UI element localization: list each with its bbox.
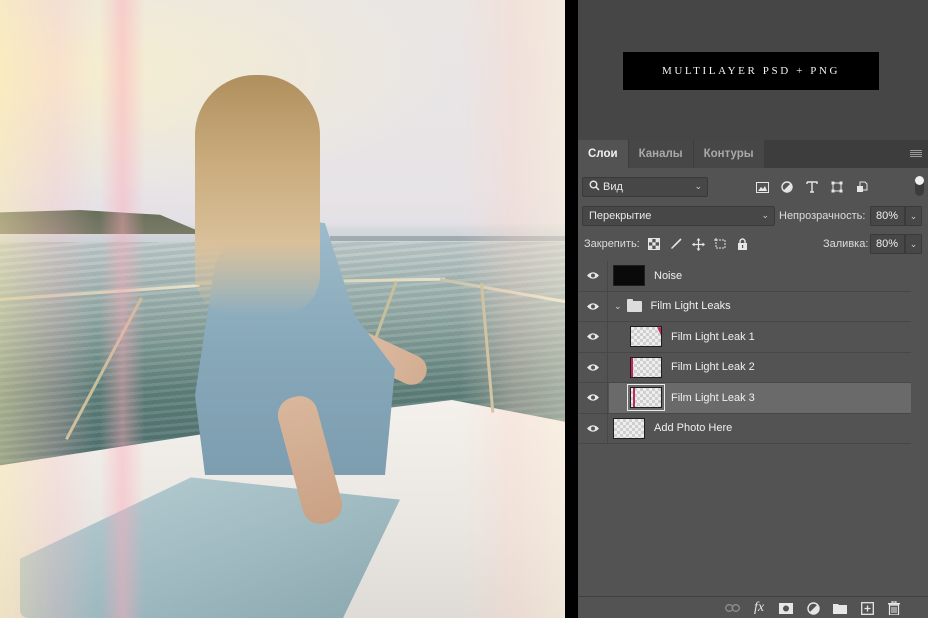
filter-kind-select[interactable]: Вид ⌄	[582, 177, 708, 197]
lock-artboard-icon[interactable]	[713, 237, 727, 251]
toggle-knob	[915, 176, 924, 185]
layer-name: Film Light Leak 1	[671, 330, 755, 343]
shape-filter-icon[interactable]	[829, 179, 845, 195]
light-leak-overlay	[0, 0, 95, 618]
link-layers-icon[interactable]	[724, 600, 740, 616]
light-leak-overlay	[460, 0, 565, 618]
visibility-toggle[interactable]	[578, 413, 608, 443]
chevron-down-icon: ⌄	[761, 210, 769, 220]
layers-list: Noise ⌄ Film Light Leaks Film Light Leak…	[578, 261, 911, 444]
panel-menu-icon[interactable]	[910, 150, 922, 158]
eye-icon	[586, 364, 599, 371]
chevron-down-icon: ⌄	[909, 210, 918, 221]
visibility-toggle[interactable]	[578, 291, 608, 321]
eye-icon	[586, 333, 599, 340]
visibility-toggle[interactable]	[578, 261, 608, 291]
search-icon	[589, 180, 600, 194]
new-group-icon[interactable]	[832, 600, 848, 616]
fill-input[interactable]: 80%	[870, 234, 905, 254]
layer-row-film-light-leak-2[interactable]: Film Light Leak 2	[578, 352, 911, 383]
woman-hair	[195, 75, 320, 315]
layer-content[interactable]: Film Light Leak 2	[609, 353, 911, 383]
layer-row-group-film-light-leaks[interactable]: ⌄ Film Light Leaks	[578, 291, 911, 322]
layer-name: Noise	[654, 269, 683, 282]
layer-thumbnail	[630, 356, 662, 378]
panel-tabs: Слои Каналы Контуры	[578, 140, 928, 168]
layer-row-film-light-leak-1[interactable]: Film Light Leak 1	[578, 322, 911, 353]
blend-mode-value: Перекрытие	[589, 210, 652, 222]
group-expand-chevron-icon[interactable]: ⌄	[614, 301, 622, 312]
layer-content[interactable]: Film Light Leak 1	[609, 322, 911, 352]
adjustment-filter-icon[interactable]	[779, 179, 795, 195]
visibility-toggle[interactable]	[578, 322, 608, 352]
chevron-down-icon: ⌄	[694, 181, 702, 191]
layer-name: Film Light Leaks	[650, 300, 731, 313]
delete-layer-icon[interactable]	[886, 600, 902, 616]
visibility-toggle[interactable]	[578, 383, 608, 413]
layers-panel-footer: fx	[578, 596, 928, 618]
eye-icon	[586, 394, 599, 401]
layer-row-noise[interactable]: Noise	[578, 261, 911, 292]
visibility-toggle[interactable]	[578, 352, 608, 382]
leak-mark	[633, 388, 635, 408]
blend-mode-select[interactable]: Перекрытие ⌄	[582, 206, 775, 226]
eye-icon	[586, 303, 599, 310]
layer-thumbnail	[627, 384, 665, 412]
filter-kind-label: Вид	[603, 181, 623, 193]
tab-layers[interactable]: Слои	[578, 140, 628, 168]
document-canvas[interactable]	[0, 0, 565, 618]
new-layer-icon[interactable]	[859, 600, 875, 616]
layer-content[interactable]: Film Light Leak 3	[609, 383, 911, 413]
layer-name: Add Photo Here	[654, 422, 733, 435]
layer-name: Film Light Leak 3	[671, 391, 755, 404]
layers-panel: Слои Каналы Контуры Вид ⌄ Перекрытие ⌄ Н…	[578, 140, 928, 618]
fill-dropdown-button[interactable]: ⌄	[905, 234, 922, 254]
eye-icon	[586, 425, 599, 432]
leak-mark	[631, 357, 633, 377]
chevron-down-icon: ⌄	[909, 238, 918, 249]
lock-row: Закрепить: Заливка: 80% ⌄	[578, 234, 928, 256]
lock-label: Закрепить:	[584, 238, 640, 250]
adjustment-layer-icon[interactable]	[805, 600, 821, 616]
blend-row: Перекрытие ⌄ Непрозрачность: 80% ⌄	[578, 206, 928, 228]
image-filter-icon[interactable]	[754, 179, 770, 195]
tab-paths[interactable]: Контуры	[693, 140, 764, 168]
opacity-label: Непрозрачность:	[779, 210, 866, 222]
canvas-divider	[565, 0, 578, 618]
layer-thumbnail	[613, 265, 645, 287]
opacity-input[interactable]: 80%	[870, 206, 905, 226]
add-mask-icon[interactable]	[778, 600, 794, 616]
smart-object-filter-icon[interactable]	[854, 179, 870, 195]
layer-content[interactable]: ⌄ Film Light Leaks	[609, 292, 911, 322]
folder-icon	[626, 298, 642, 312]
layer-name: Film Light Leak 2	[671, 361, 755, 374]
layer-thumbnail	[613, 417, 645, 439]
layer-thumbnail	[630, 326, 662, 348]
layer-content[interactable]: Noise	[609, 261, 911, 291]
opacity-dropdown-button[interactable]: ⌄	[905, 206, 922, 226]
layer-style-fx-icon[interactable]: fx	[751, 600, 767, 616]
lock-position-icon[interactable]	[691, 237, 705, 251]
filter-toggle[interactable]	[915, 176, 924, 196]
layer-content[interactable]: Add Photo Here	[609, 414, 911, 444]
lock-transparent-pixels-icon[interactable]	[647, 237, 661, 251]
lock-image-pixels-icon[interactable]	[669, 237, 683, 251]
layer-row-film-light-leak-3[interactable]: Film Light Leak 3	[578, 383, 911, 414]
light-leak-overlay	[100, 0, 145, 618]
tab-channels[interactable]: Каналы	[628, 140, 693, 168]
leak-mark	[657, 327, 661, 336]
fill-label: Заливка:	[823, 238, 869, 250]
lock-all-icon[interactable]	[735, 237, 749, 251]
type-filter-icon[interactable]	[804, 179, 820, 195]
eye-icon	[586, 272, 599, 279]
layer-filter-row: Вид ⌄	[578, 175, 928, 199]
product-banner: MULTILAYER PSD + PNG	[623, 52, 879, 90]
layer-row-add-photo-here[interactable]: Add Photo Here	[578, 413, 911, 444]
